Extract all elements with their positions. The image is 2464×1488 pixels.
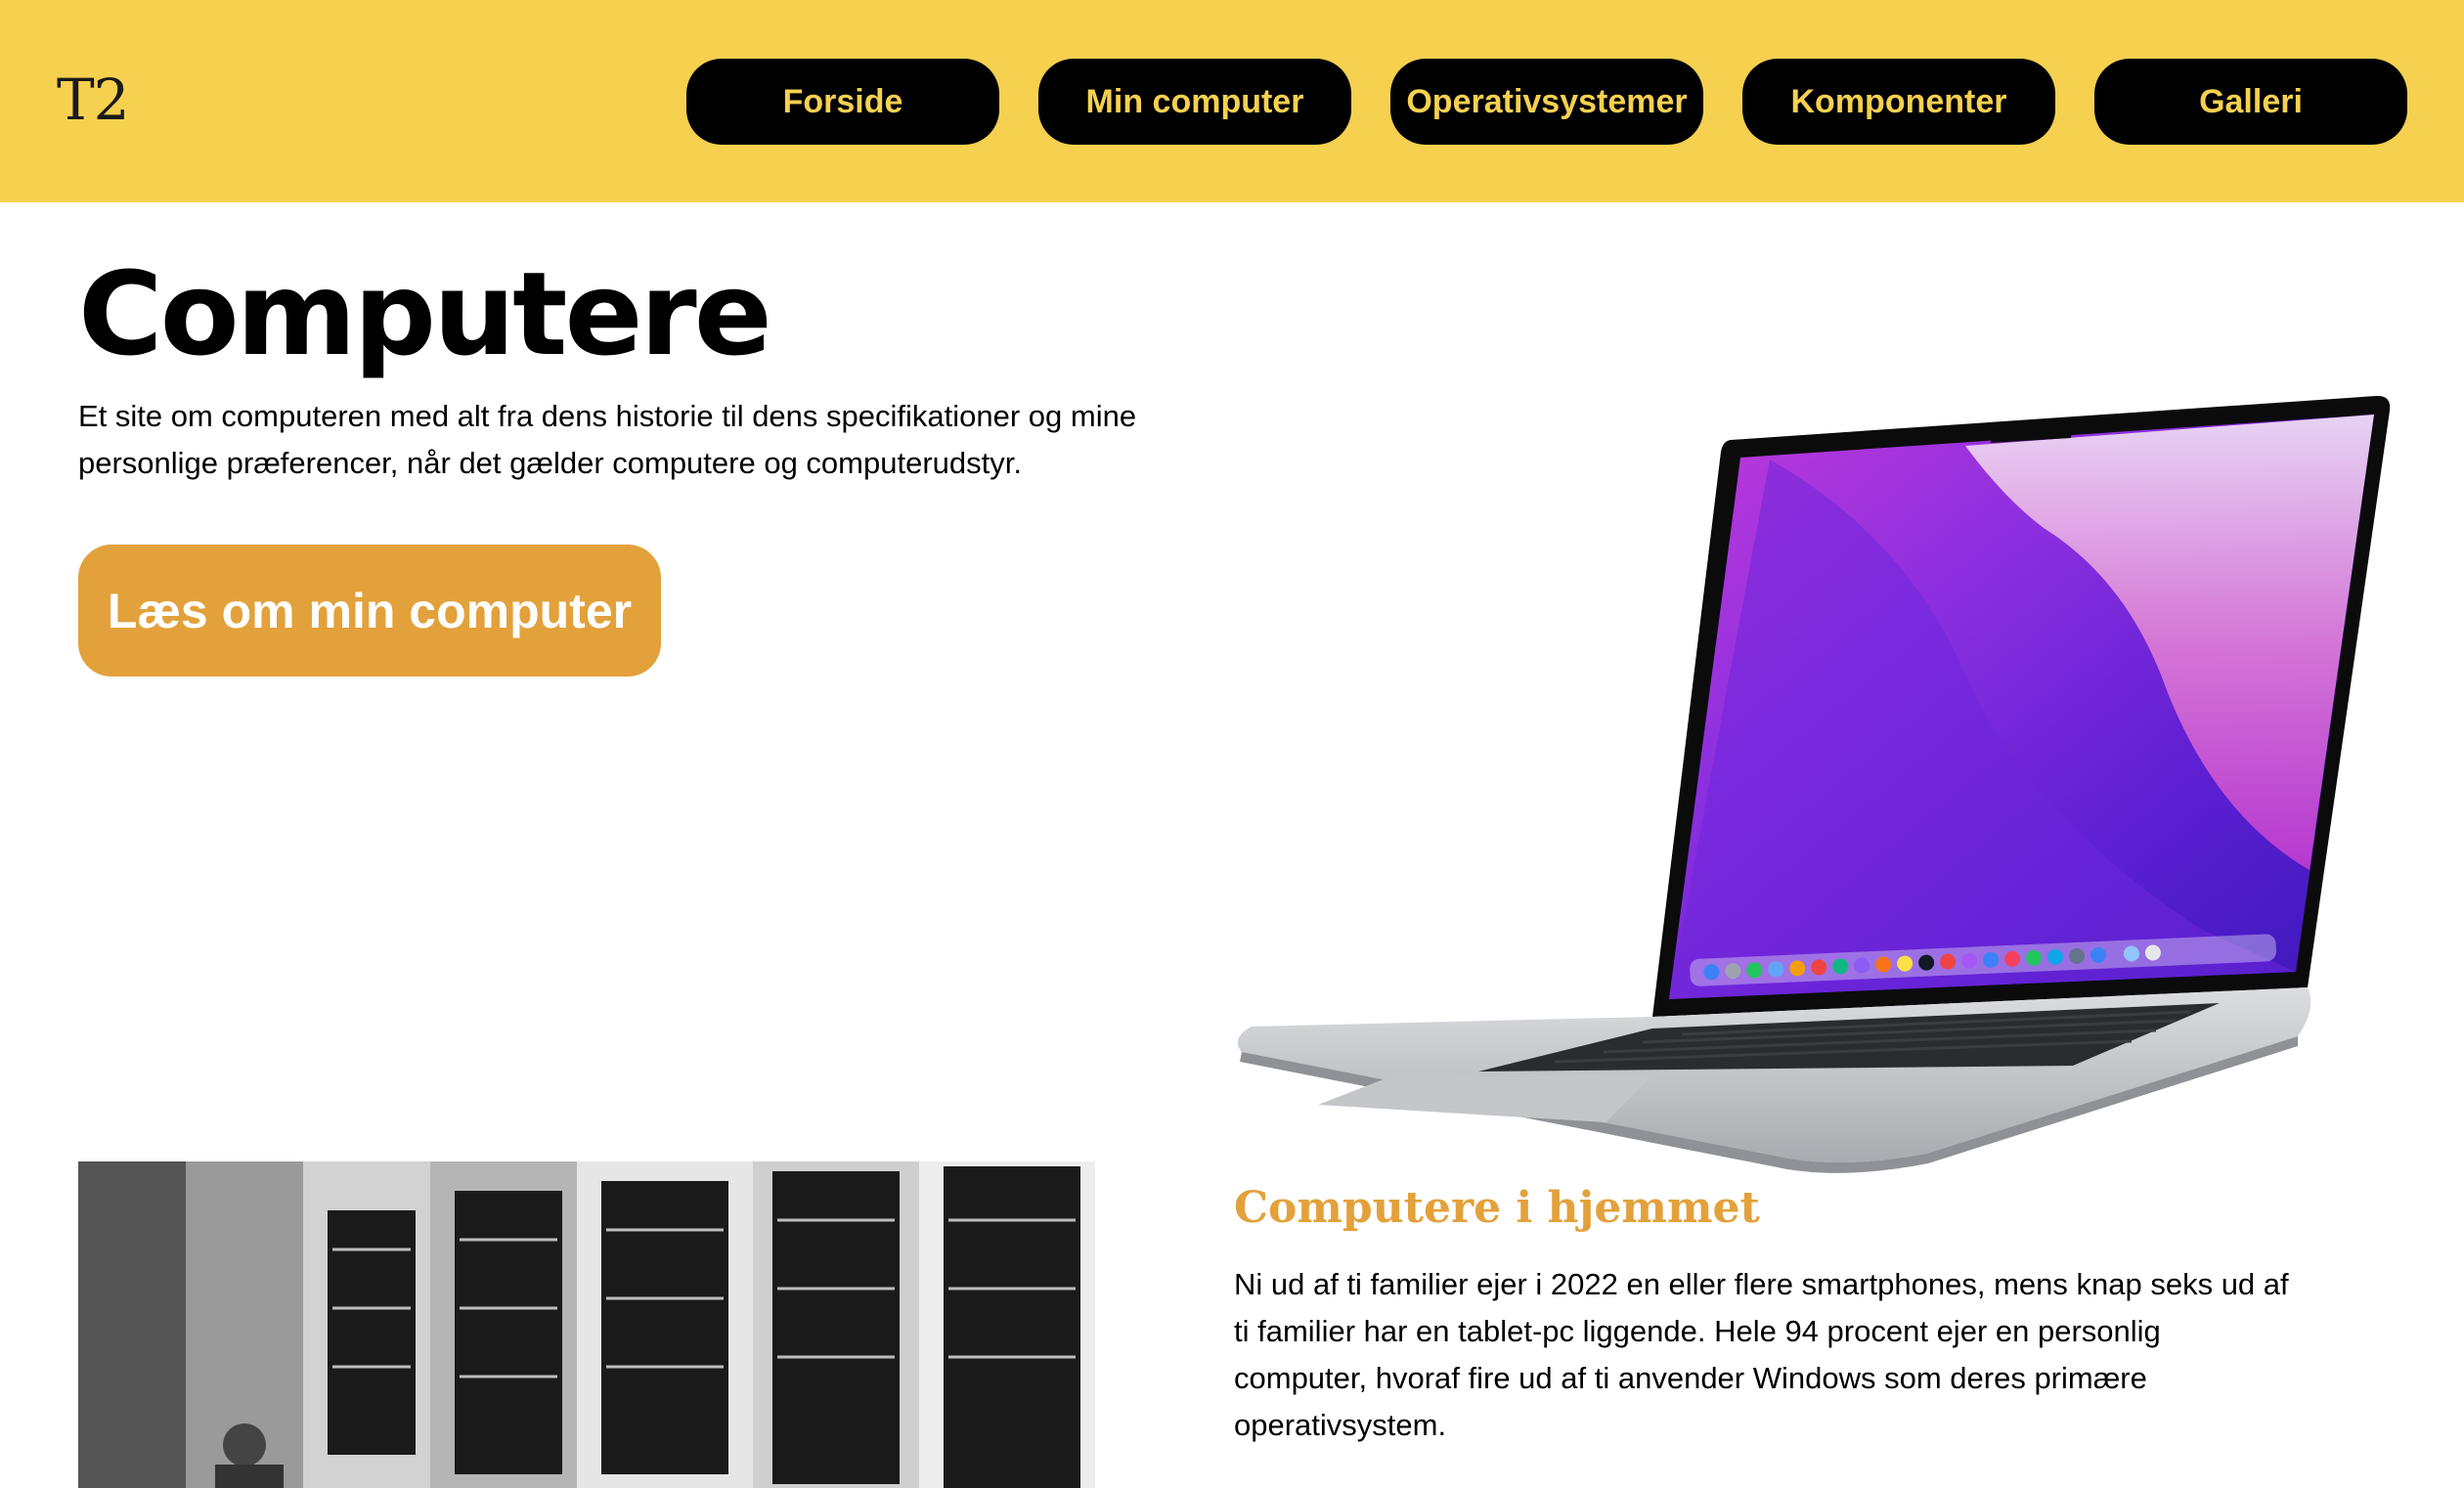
historic-computer-photo (78, 1161, 1095, 1488)
page-title: Computere (78, 246, 772, 381)
site-logo[interactable]: T2 (57, 66, 130, 133)
nav-operativsystemer[interactable]: Operativsystemer (1390, 59, 1703, 145)
nav-min-computer[interactable]: Min computer (1038, 59, 1351, 145)
section-title: Computere i hjemmet (1234, 1183, 1760, 1233)
header: T2 Forside Min computer Operativsystemer… (0, 0, 2464, 202)
read-about-my-computer-button[interactable]: Læs om min computer (78, 545, 661, 677)
section-text: Ni ud af ti familier ejer i 2022 en elle… (1234, 1267, 2289, 1442)
nav-komponenter[interactable]: Komponenter (1742, 59, 2055, 145)
hero-description: Et site om computeren med alt fra dens h… (78, 399, 1137, 480)
nav-forside[interactable]: Forside (686, 59, 999, 145)
laptop-image (1237, 395, 2391, 1173)
nav-galleri[interactable]: Galleri (2094, 59, 2407, 145)
